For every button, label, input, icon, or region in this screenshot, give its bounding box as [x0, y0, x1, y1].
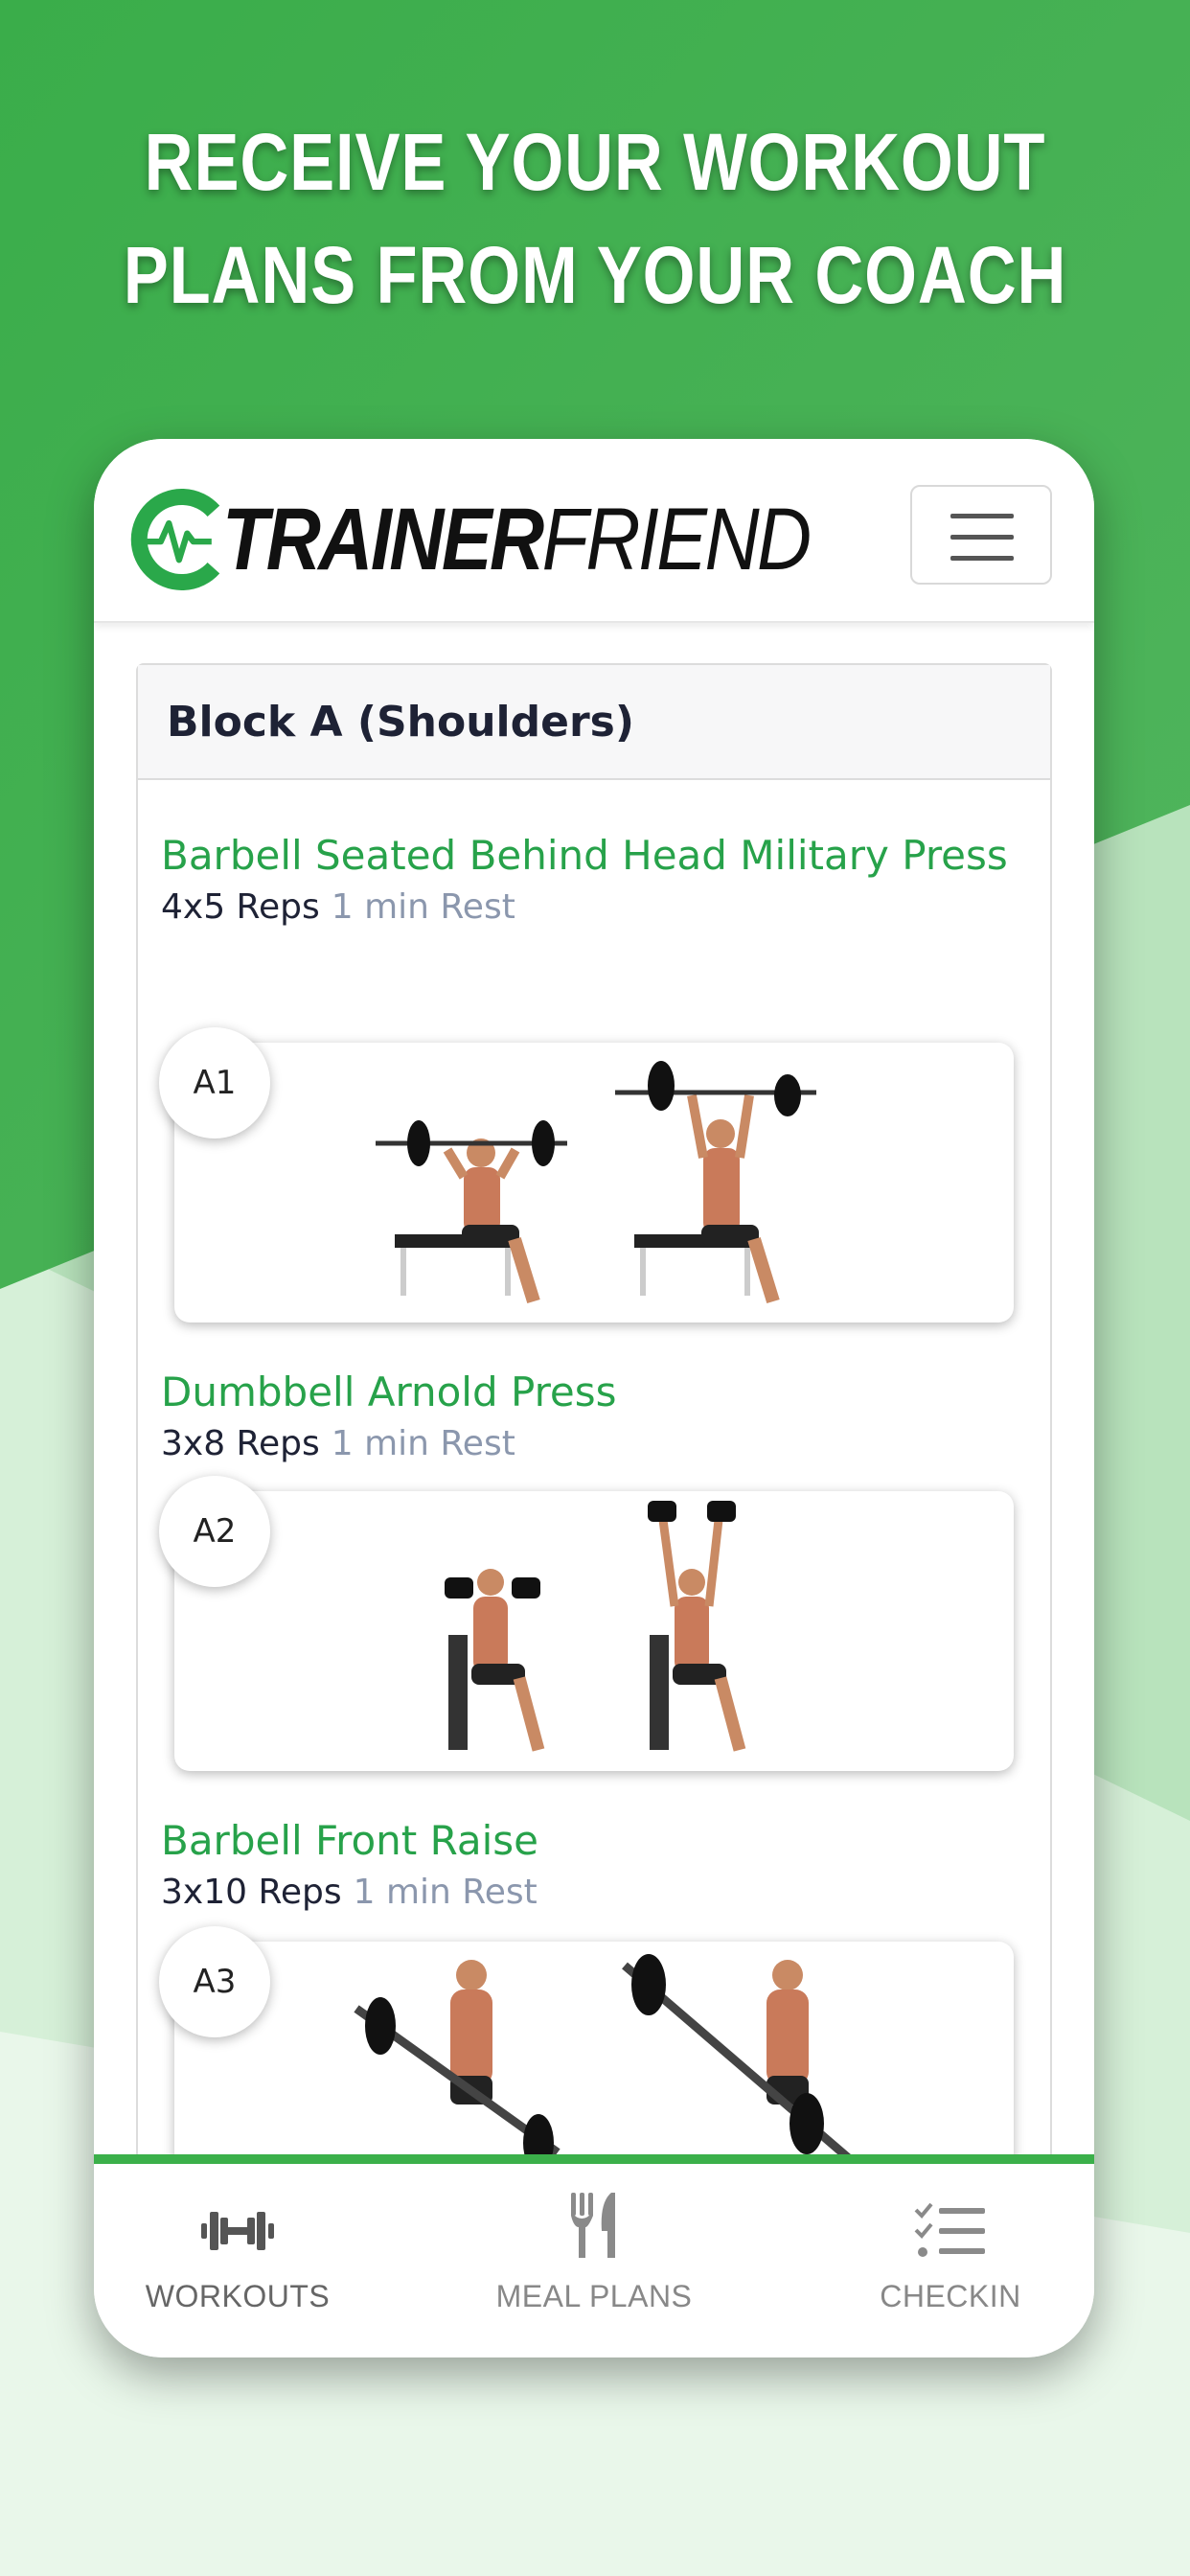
checklist-icon	[914, 2202, 985, 2257]
exercise-reps: 3x8 Reps	[161, 1424, 320, 1463]
workout-content[interactable]: Block A (Shoulders) Barbell Seated Behin…	[136, 663, 1052, 2158]
exercise-rest: 1 min Rest	[331, 887, 515, 927]
hamburger-icon	[950, 514, 1014, 518]
heartbeat-logo-icon	[130, 489, 220, 590]
exercise-meta: 3x8 Reps 1 min Rest	[161, 1424, 1023, 1463]
exercise-title[interactable]: Barbell Front Raise	[161, 1813, 1023, 1869]
exercise-image-card[interactable]: A2	[159, 1476, 1014, 1771]
barbell-front-raise-illustration	[354, 1954, 856, 2158]
menu-button[interactable]	[910, 485, 1052, 585]
exercise-badge: A3	[159, 1926, 270, 2037]
bottom-nav: WORKOUTS MEAL PLANS CHECKIN	[94, 2154, 1094, 2358]
block-title: Block A (Shoulders)	[138, 665, 1050, 780]
exercise-image-card[interactable]: A3	[159, 1926, 1014, 2158]
block-card: Block A (Shoulders) Barbell Seated Behin…	[136, 663, 1052, 2158]
exercise-reps: 3x10 Reps	[161, 1873, 342, 1912]
dumbbell-icon	[201, 2212, 274, 2250]
exercise-badge: A2	[159, 1476, 270, 1587]
nav-label-workouts: WORKOUTS	[145, 2279, 331, 2313]
logo-light-text: FRIEND	[541, 491, 812, 588]
hamburger-icon-bar	[950, 535, 1014, 540]
exercise-rest: 1 min Rest	[331, 1424, 515, 1463]
exercise-badge: A1	[159, 1027, 270, 1138]
logo-bold-text: TRAINER	[222, 491, 544, 588]
headline: RECEIVE YOUR WORKOUT PLANS FROM YOUR COA…	[95, 105, 1094, 332]
nav-label-checkin: CHECKIN	[880, 2279, 1021, 2313]
logo-wordmark: TRAINERFRIEND	[222, 495, 812, 584]
nav-label-meal-plans: MEAL PLANS	[495, 2279, 693, 2313]
dumbbell-arnold-press-illustration	[445, 1501, 746, 1752]
fork-knife-icon	[571, 2193, 615, 2258]
exercise-title[interactable]: Barbell Seated Behind Head Military Pres…	[161, 828, 1023, 884]
exercise-title[interactable]: Dumbbell Arnold Press	[161, 1365, 1023, 1420]
barbell-press-illustration	[376, 1061, 816, 1304]
trainerfriend-logo[interactable]: TRAINERFRIEND	[130, 487, 904, 592]
headline-line-1: RECEIVE YOUR WORKOUT	[144, 117, 1046, 207]
nav-item-checkin[interactable]: CHECKIN	[807, 2202, 1094, 2314]
nav-item-meal-plans[interactable]: MEAL PLANS	[450, 2193, 738, 2314]
exercise-meta: 4x5 Reps 1 min Rest	[161, 887, 1023, 927]
exercise-reps: 4x5 Reps	[161, 887, 320, 927]
exercise-rest: 1 min Rest	[353, 1873, 538, 1912]
exercise-item[interactable]: Barbell Front Raise 3x10 Reps 1 min Rest	[161, 1813, 1023, 1912]
exercise-meta: 3x10 Reps 1 min Rest	[161, 1873, 1023, 1912]
hamburger-icon-bar	[950, 556, 1014, 561]
exercise-image-card[interactable]: A1	[159, 1027, 1014, 1322]
exercise-item[interactable]: Barbell Seated Behind Head Military Pres…	[161, 828, 1023, 927]
nav-item-workouts[interactable]: WORKOUTS	[94, 2202, 381, 2314]
exercise-item[interactable]: Dumbbell Arnold Press 3x8 Reps 1 min Rest	[161, 1365, 1023, 1463]
app-header: TRAINERFRIEND	[94, 439, 1094, 623]
phone-frame: TRAINERFRIEND Block A (Shoulders) Barbel…	[94, 439, 1094, 2358]
headline-line-2: PLANS FROM YOUR COACH	[123, 230, 1067, 320]
